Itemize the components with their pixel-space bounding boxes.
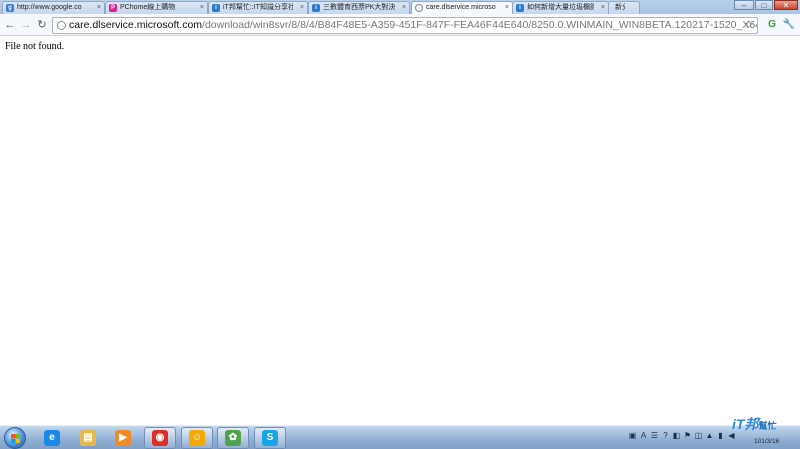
tab-title: care.dlservice.microso	[426, 4, 496, 11]
tab-4[interactable]: i 三數體育西票PK大對決 ×	[308, 1, 410, 14]
chrome-icon: ◉	[152, 430, 168, 446]
tab-3[interactable]: i iT邦幫忙::IT知識分享社 ×	[208, 1, 308, 14]
skype-taskbar-button[interactable]: S	[254, 427, 286, 449]
close-window-button[interactable]: ✕	[774, 0, 798, 10]
close-tab-icon[interactable]: ×	[97, 2, 101, 14]
google-favicon: g	[6, 4, 14, 12]
close-tab-icon[interactable]: ×	[505, 2, 509, 14]
ithome-watermark-logo: iT邦幫忙	[732, 414, 798, 442]
back-button[interactable]: ←	[3, 18, 17, 32]
tray-icon-6[interactable]: ⚑	[683, 431, 692, 441]
tray-icon-7[interactable]: ◫	[694, 431, 703, 441]
tab-title: 新分頁	[615, 4, 625, 11]
people-icon: ✿	[225, 430, 241, 446]
ithome-favicon: i	[212, 4, 220, 12]
tray-icon-5[interactable]: ◧	[672, 431, 681, 441]
windows-taskbar: ▣ A ☰? ◧ ⚑ ◫ ▲ ▮ ◀ 101/3/16 e ▤ ▶ ◉ ☺ ✿ S	[0, 425, 800, 449]
forward-button[interactable]: →	[19, 18, 33, 32]
tab-title: iT邦幫忙::IT知識分享社	[223, 4, 293, 11]
close-tab-icon[interactable]: ×	[200, 2, 204, 14]
skype-icon: S	[262, 430, 278, 446]
tray-icon-2[interactable]: A	[639, 431, 648, 441]
wrench-icon[interactable]: 🔧	[782, 18, 796, 32]
url-text: care.dlservice.microsoft.com/download/wi…	[69, 18, 757, 33]
page-content: File not found.	[0, 36, 800, 425]
media-player-taskbar-button[interactable]: ▶	[107, 427, 139, 449]
tab-title: 如何新增大量垃圾欄節	[527, 4, 594, 11]
url-path: /download/win8svr/8/8/4/B84F48E5-A359-45…	[202, 19, 757, 31]
tab-title: 三數體育西票PK大對決	[323, 4, 395, 11]
loading-favicon	[415, 4, 423, 12]
internet-explorer-icon: e	[44, 430, 60, 446]
watermark-text: iT邦	[732, 416, 759, 432]
tray-icon-9[interactable]: ▮	[716, 431, 725, 441]
tab-6[interactable]: i 如何新增大量垃圾欄節 ×	[512, 1, 609, 14]
watermark-sub: 幫忙	[758, 421, 777, 431]
minimize-button[interactable]: –	[734, 0, 754, 10]
reload-button[interactable]: ↻	[35, 18, 49, 32]
bookmark-star-icon[interactable]: ☆	[744, 18, 754, 33]
tab-5[interactable]: care.dlservice.microso ×	[411, 1, 513, 15]
ithome-favicon: i	[312, 4, 320, 12]
browser-toolbar: ← → ↻ care.dlservice.microsoft.com/downl…	[0, 14, 800, 36]
pchome-favicon: P	[109, 4, 117, 12]
people-taskbar-button[interactable]: ✿	[217, 427, 249, 449]
media-player-icon: ▶	[115, 430, 131, 446]
start-button[interactable]	[4, 427, 26, 449]
page-icon	[57, 21, 66, 30]
tab-strip: g http://www.google.co × P PChome線上購物 × i iT邦幫忙…	[0, 0, 800, 15]
tab-1[interactable]: g http://www.google.co ×	[2, 1, 105, 14]
close-tab-icon[interactable]: ×	[601, 2, 605, 14]
messenger-icon: ☺	[189, 430, 205, 446]
close-tab-icon[interactable]: ×	[300, 2, 304, 14]
tab-2[interactable]: P PChome線上購物 ×	[105, 1, 208, 14]
tab-title: PChome線上購物	[120, 4, 176, 11]
extension-icon[interactable]: G	[765, 18, 779, 32]
address-bar[interactable]: care.dlservice.microsoft.com/download/wi…	[52, 17, 758, 34]
tray-icon-4[interactable]: ?	[661, 431, 670, 441]
explorer-folder-icon: ▤	[80, 430, 96, 446]
tray-icon-8[interactable]: ▲	[705, 431, 714, 441]
messenger-taskbar-button[interactable]: ☺	[181, 427, 213, 449]
chrome-taskbar-button[interactable]: ◉	[144, 427, 176, 449]
tray-icon-1[interactable]: ▣	[628, 431, 637, 441]
internet-explorer-taskbar-button[interactable]: e	[36, 427, 68, 449]
tray-icon-3[interactable]: ☰	[650, 431, 659, 441]
tab-7[interactable]: 新分頁	[608, 1, 640, 14]
ithome-favicon: i	[516, 4, 524, 12]
close-tab-icon[interactable]: ×	[402, 2, 406, 14]
maximize-button[interactable]: □	[755, 0, 773, 10]
explorer-folder-taskbar-button[interactable]: ▤	[72, 427, 104, 449]
error-message: File not found.	[5, 41, 65, 52]
url-host: care.dlservice.microsoft.com	[69, 19, 203, 31]
tab-title: http://www.google.co	[17, 4, 82, 11]
